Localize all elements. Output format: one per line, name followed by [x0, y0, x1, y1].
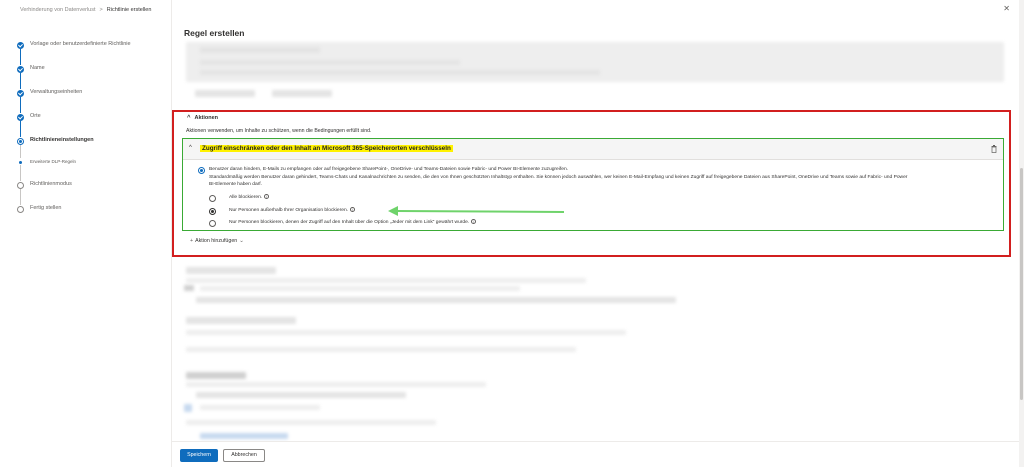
redacted-text — [186, 420, 436, 425]
breadcrumb-parent[interactable]: Verhinderung von Datenverlust — [20, 7, 96, 13]
block-external-only-radio[interactable] — [209, 208, 216, 215]
redacted-text — [200, 70, 600, 75]
wizard-step-name[interactable]: Name — [0, 65, 172, 79]
pending-step-icon — [17, 182, 24, 189]
chevron-up-icon: ^ — [189, 145, 192, 151]
block-users-option-label: Benutzer daran hindern, E-Mails zu empfa… — [209, 167, 569, 172]
info-icon[interactable]: i — [264, 194, 270, 200]
redacted-text — [186, 372, 246, 379]
close-icon[interactable]: ✕ — [1003, 4, 1010, 13]
redacted-text — [186, 382, 486, 387]
add-action-button[interactable]: + Aktion hinzufügen ⌄ — [190, 238, 244, 244]
redacted-text — [184, 404, 192, 412]
redacted-text — [186, 278, 586, 283]
wizard-substep-advanced-dlp-rules[interactable]: Erweiterte DLP-Regeln — [0, 158, 172, 172]
redacted-text — [184, 285, 194, 291]
annotation-arrow — [388, 206, 565, 216]
redacted-text — [200, 47, 320, 53]
plus-icon: + — [190, 238, 194, 244]
redacted-text — [186, 330, 626, 335]
redacted-text — [272, 90, 332, 97]
check-icon — [17, 66, 24, 73]
trash-icon[interactable] — [991, 145, 997, 153]
step-label: Erweiterte DLP-Regeln — [30, 159, 77, 164]
step-label: Fertig stellen — [30, 205, 62, 211]
substep-dot-icon — [19, 161, 22, 164]
current-step-icon — [17, 138, 24, 145]
wizard-step-policy-mode[interactable]: Richtlinienmodus — [0, 181, 172, 195]
scrollbar[interactable] — [1019, 0, 1024, 467]
info-icon[interactable]: i — [350, 207, 356, 213]
actions-description: Aktionen verwenden, um Inhalte zu schütz… — [186, 128, 372, 134]
block-anyone-with-link-radio[interactable] — [209, 220, 216, 227]
panel-footer: Speichern Abbrechen — [172, 441, 1019, 467]
block-everyone-radio[interactable] — [209, 195, 216, 202]
block-users-explanation-cont: BI-Elemente haben darf. — [209, 182, 263, 187]
save-button[interactable]: Speichern — [180, 449, 218, 462]
block-anyone-with-link-label: Nur Personen blockieren, denen der Zugri… — [229, 219, 477, 227]
redacted-text — [200, 405, 320, 410]
step-label: Orte — [30, 113, 41, 119]
restrict-access-action-card: ^ Zugriff einschränken oder den Inhalt a… — [182, 138, 1004, 231]
redacted-text — [196, 297, 676, 303]
step-label: Richtlinieneinstellungen — [30, 137, 94, 143]
chevron-up-icon: ^ — [187, 115, 191, 121]
action-card-header[interactable]: ^ Zugriff einschränken oder den Inhalt a… — [183, 139, 1003, 160]
redacted-text — [186, 317, 296, 324]
breadcrumb-separator: > — [99, 7, 103, 13]
step-label: Vorlage oder benutzerdefinierte Richtlin… — [30, 41, 131, 47]
option-text: Nur Personen blockieren, denen der Zugri… — [229, 220, 470, 225]
pending-step-icon — [17, 206, 24, 213]
redacted-text — [186, 267, 276, 274]
wizard-step-finish[interactable]: Fertig stellen — [0, 205, 172, 219]
check-icon — [17, 90, 24, 97]
redacted-text — [195, 90, 255, 97]
scrollbar-thumb[interactable] — [1020, 168, 1023, 400]
redacted-text — [186, 347, 576, 352]
info-icon[interactable]: i — [471, 219, 477, 225]
wizard-step-admin-units[interactable]: Verwaltungseinheiten — [0, 89, 172, 103]
actions-header-label: Aktionen — [194, 115, 219, 121]
wizard-step-policy-settings[interactable]: Richtlinieneinstellungen — [0, 137, 172, 151]
block-users-explanation: Standardmäßig werden Benutzer daran gehi… — [209, 175, 908, 180]
redacted-text — [196, 392, 406, 398]
panel-title: Regel erstellen — [184, 28, 245, 38]
step-label: Verwaltungseinheiten — [30, 89, 83, 95]
check-icon — [17, 114, 24, 121]
option-text: Nur Personen außerhalb Ihrer Organisatio… — [229, 208, 349, 213]
actions-section-header[interactable]: ^ Aktionen — [187, 115, 218, 121]
redacted-link — [200, 433, 288, 439]
block-everyone-label: Alle blockieren. i — [229, 194, 270, 202]
chevron-down-icon: ⌄ — [239, 238, 244, 244]
block-users-radio[interactable] — [198, 167, 205, 174]
breadcrumb-current: Richtlinie erstellen — [106, 7, 152, 13]
step-label: Richtlinienmodus — [30, 181, 72, 187]
redacted-text — [200, 60, 460, 65]
wizard-step-template[interactable]: Vorlage oder benutzerdefinierte Richtlin… — [0, 41, 172, 55]
wizard-step-locations[interactable]: Orte — [0, 113, 172, 127]
block-external-only-label: Nur Personen außerhalb Ihrer Organisatio… — [229, 207, 356, 215]
option-text: Alle blockieren. — [229, 195, 263, 200]
cancel-button[interactable]: Abbrechen — [223, 449, 265, 462]
check-icon — [17, 42, 24, 49]
step-label: Name — [30, 65, 45, 71]
breadcrumb: Verhinderung von Datenverlust > Richtlinie… — [20, 7, 151, 13]
wizard-pane: Verhinderung von Datenverlust > Richtlinie… — [0, 0, 172, 467]
action-card-title: Zugriff einschränken oder den Inhalt an … — [200, 145, 453, 152]
add-action-label: Aktion hinzufügen — [195, 238, 238, 244]
redacted-text — [200, 286, 520, 291]
